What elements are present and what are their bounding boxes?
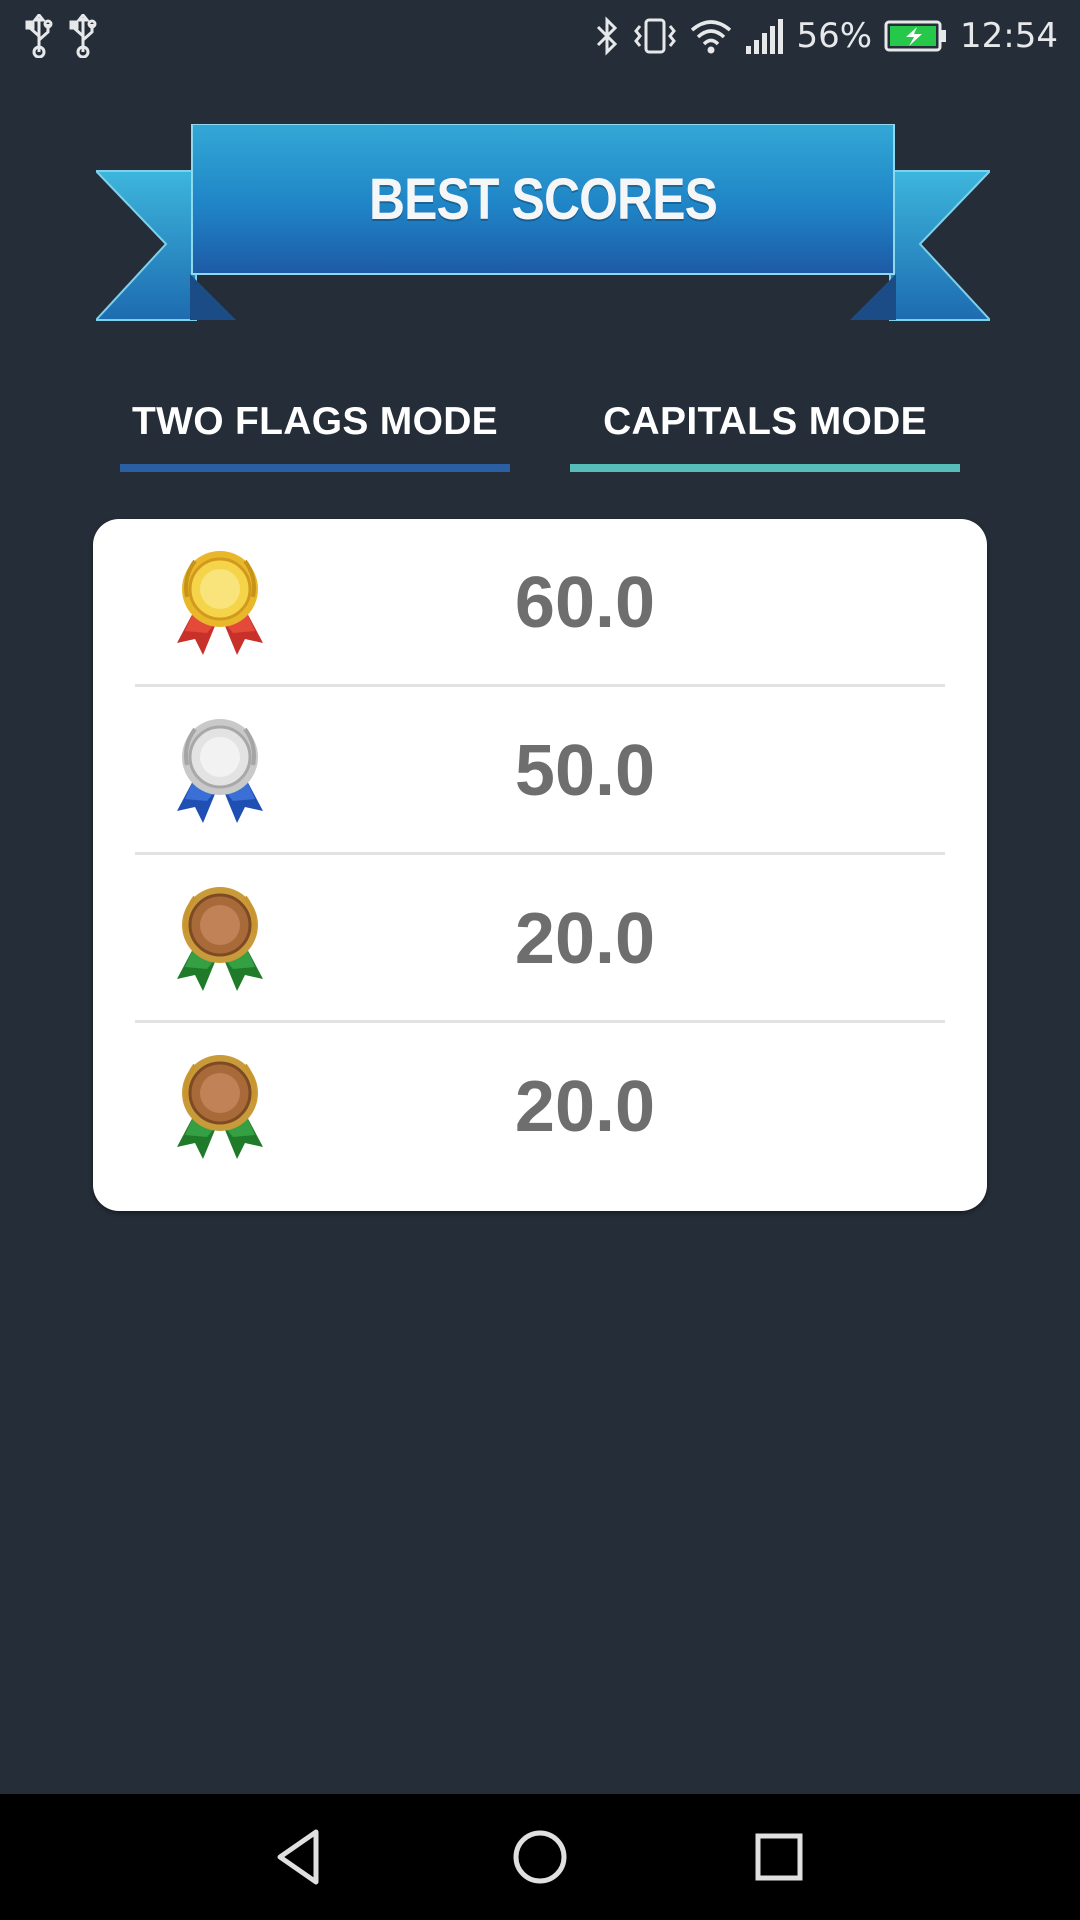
score-row: 50.0	[135, 687, 945, 855]
clock-time: 12:54	[960, 16, 1058, 56]
tab-underline	[570, 464, 960, 472]
score-row: 20.0	[135, 1023, 945, 1191]
usb-icon	[68, 14, 98, 58]
bluetooth-icon	[594, 16, 620, 56]
recents-icon[interactable]	[746, 1824, 812, 1890]
bronze-medal-icon	[177, 887, 263, 991]
signal-icon	[744, 16, 784, 56]
score-row: 20.0	[135, 855, 945, 1023]
home-icon[interactable]	[507, 1824, 573, 1890]
tab-label: CAPITALS MODE	[603, 400, 927, 443]
wifi-icon	[690, 16, 732, 56]
score-value: 60.0	[514, 563, 656, 643]
score-value: 50.0	[514, 731, 656, 811]
usb-icon	[24, 14, 54, 58]
navigation-bar	[0, 1794, 1080, 1920]
bronze-medal-icon	[177, 1055, 263, 1159]
tab-capitals-mode[interactable]: CAPITALS MODE	[570, 392, 960, 472]
back-icon[interactable]	[266, 1824, 332, 1890]
score-value: 20.0	[514, 1067, 656, 1147]
silver-medal-icon	[177, 719, 263, 823]
status-bar: 56% 12:54	[0, 0, 1080, 72]
scores-card: 60.0 50.0 20.0 20.0	[93, 519, 987, 1211]
score-value: 20.0	[514, 899, 656, 979]
tab-underline	[120, 464, 510, 472]
page-title: BEST SCORES	[368, 166, 718, 232]
score-row: 60.0	[135, 519, 945, 687]
tab-label: TWO FLAGS MODE	[132, 400, 498, 443]
battery-charging-icon	[884, 18, 948, 54]
tab-two-flags-mode[interactable]: TWO FLAGS MODE	[120, 392, 510, 472]
battery-percent: 56%	[796, 16, 873, 56]
gold-medal-icon	[177, 551, 263, 655]
vibrate-icon	[632, 16, 678, 56]
